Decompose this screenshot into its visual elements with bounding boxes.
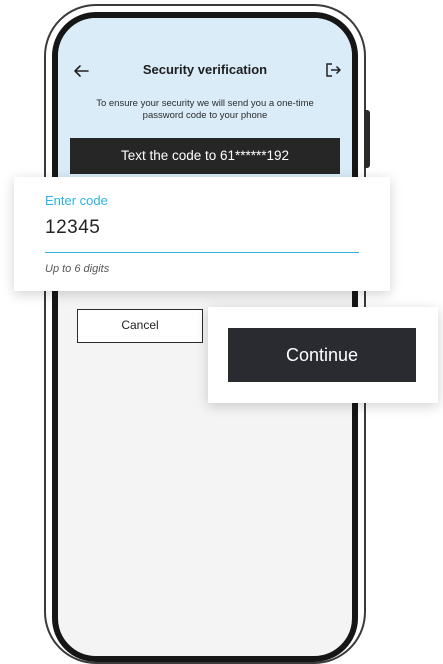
phone-side-button <box>364 110 370 168</box>
code-input-underline <box>45 252 359 253</box>
sms-banner: Text the code to 61******192 <box>70 138 340 174</box>
code-entry-card: Enter code 12345 Up to 6 digits <box>14 177 390 291</box>
page-title: Security verification <box>142 62 268 77</box>
code-field-hint: Up to 6 digits <box>45 263 110 275</box>
continue-card: Continue <box>208 307 438 403</box>
continue-button[interactable]: Continue <box>228 328 416 382</box>
logout-icon[interactable] <box>324 61 342 79</box>
code-input[interactable]: 12345 <box>45 217 100 239</box>
cancel-button[interactable]: Cancel <box>77 309 203 343</box>
verification-header: Security verification To ensure your sec… <box>58 18 352 193</box>
verification-description: To ensure your security we will send you… <box>96 98 314 121</box>
code-field-label: Enter code <box>45 193 108 208</box>
